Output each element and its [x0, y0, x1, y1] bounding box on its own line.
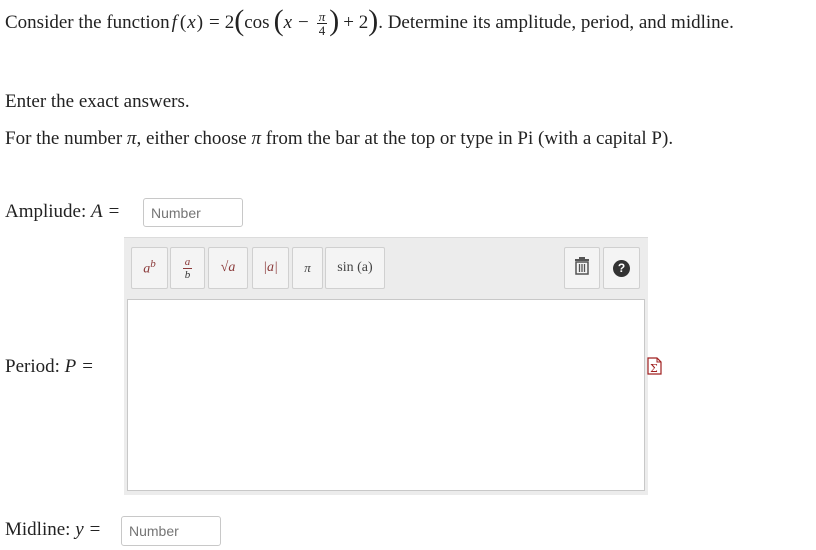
sqrt-icon: √a: [220, 260, 236, 275]
amplitude-label-text: Ampliude:: [5, 201, 92, 222]
paren-close: ): [196, 12, 204, 33]
period-var: P: [64, 356, 77, 377]
trash-button[interactable]: [564, 247, 600, 289]
big-paren-open: (: [234, 4, 245, 37]
period-math-input[interactable]: [127, 299, 645, 491]
function-name: f: [171, 12, 177, 33]
amplitude-var: A: [91, 201, 103, 222]
sin-icon: sin (a): [337, 260, 373, 275]
superscript-icon: ab: [143, 258, 156, 277]
sigma-icon[interactable]: Σ: [647, 357, 662, 375]
paren-open: (: [179, 12, 187, 33]
big-paren-close: ): [368, 4, 379, 37]
sin-button[interactable]: sin (a): [325, 247, 385, 289]
plus-two: + 2: [343, 12, 369, 33]
period-editor: [124, 295, 648, 495]
help-icon: ?: [613, 259, 630, 277]
midline-label: Midline: y =: [5, 519, 100, 541]
abs-icon: |a|: [263, 260, 278, 275]
pi-icon: π: [304, 260, 311, 275]
pi-button[interactable]: π: [292, 247, 323, 289]
period-label: Period: P =: [5, 356, 93, 378]
cos-text: cos: [244, 12, 270, 33]
midline-label-text: Midline:: [5, 519, 76, 540]
period-eq: =: [82, 356, 93, 377]
trash-icon: [574, 256, 590, 280]
abs-button[interactable]: |a|: [252, 247, 289, 289]
superscript-button[interactable]: ab: [131, 247, 168, 289]
question-text: Consider the function f ( x ) = 2 ( cos …: [5, 4, 734, 38]
math-toolbar: ab a b √a |a| π sin (a) ?: [124, 237, 648, 296]
pi-over-four: π 4: [316, 8, 328, 38]
frac-num: π: [316, 8, 328, 24]
equals-sign: =: [209, 12, 220, 33]
fraction-button[interactable]: a b: [170, 247, 205, 289]
instr2-mid: , either choose: [136, 128, 252, 149]
big-paren-open-inner: (: [273, 4, 284, 37]
instr2-pi-a: π: [126, 128, 137, 149]
coefficient: 2: [224, 12, 235, 33]
period-label-text: Period:: [5, 356, 65, 377]
instr2-pre: For the number: [5, 128, 127, 149]
question-outro: . Determine its amplitude, period, and m…: [378, 12, 734, 33]
midline-var: y: [75, 519, 84, 540]
frac-den: 4: [318, 22, 326, 38]
help-button[interactable]: ?: [603, 247, 640, 289]
big-paren-close-inner: ): [329, 4, 340, 37]
question-intro: Consider the function: [5, 12, 170, 33]
fraction-icon: a b: [182, 255, 193, 281]
midline-input[interactable]: [121, 516, 221, 546]
midline-eq: =: [89, 519, 101, 540]
inner-var: x: [283, 12, 292, 33]
instructions-line1: Enter the exact answers.: [5, 91, 190, 112]
function-var: x: [187, 12, 196, 33]
instructions-line2: For the number π, either choose π from t…: [5, 128, 673, 150]
svg-text:Σ: Σ: [650, 362, 658, 375]
instr2-pi-b: π: [251, 128, 261, 149]
amplitude-eq: =: [108, 201, 120, 222]
amplitude-input[interactable]: [143, 198, 243, 227]
instr2-post: from the bar at the top or type in Pi (w…: [260, 128, 674, 149]
amplitude-label: Ampliude: A =: [5, 201, 119, 223]
sqrt-button[interactable]: √a: [208, 247, 248, 289]
minus-sign: −: [298, 12, 309, 33]
